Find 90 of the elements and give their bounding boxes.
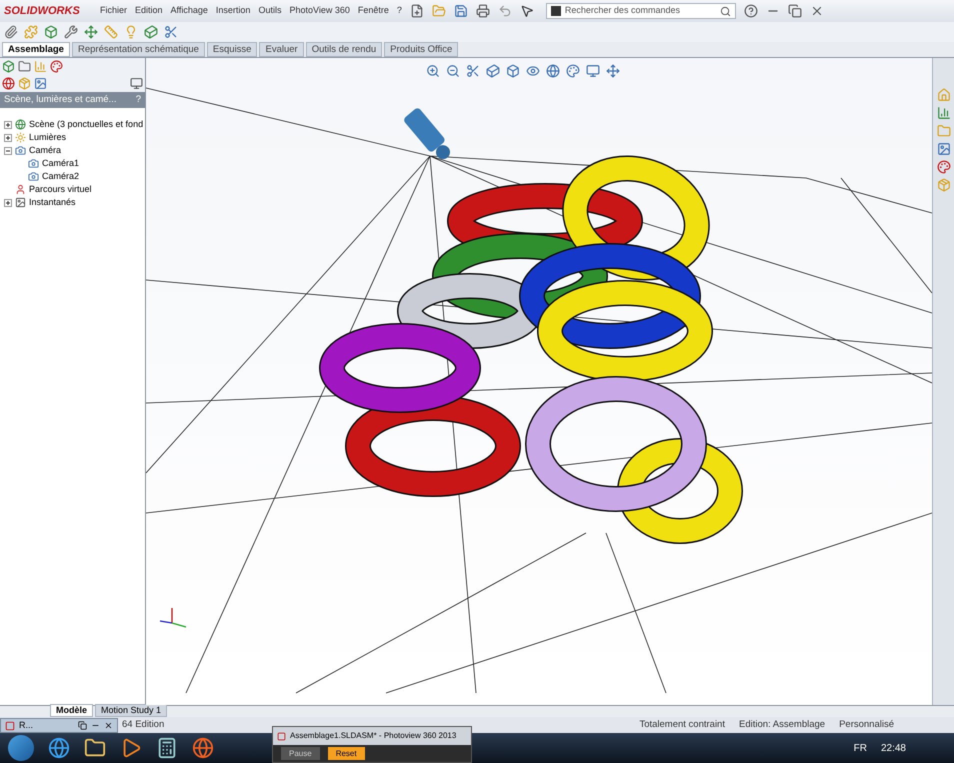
expand-toggle[interactable] [4, 134, 12, 142]
restore-icon[interactable] [788, 4, 802, 18]
search-icon[interactable] [720, 6, 731, 16]
help-link[interactable]: ? [136, 92, 141, 108]
terminal-icon [550, 6, 561, 16]
tree-item[interactable]: Scène (3 ponctuelles et fond [29, 118, 144, 132]
status-text: Totalement contraint [639, 718, 725, 732]
camera-icon [15, 145, 26, 156]
render-button[interactable]: Reset [328, 747, 365, 760]
close-icon[interactable] [104, 721, 113, 730]
ribbon-tab[interactable]: Représentation schématique [72, 42, 205, 57]
model-tab[interactable]: Motion Study 1 [95, 704, 168, 717]
restore-icon[interactable] [78, 721, 87, 730]
menu-item[interactable]: Edition [135, 4, 163, 18]
ribbon-tab[interactable]: Assemblage [2, 42, 70, 57]
expand-toggle[interactable] [4, 198, 12, 206]
panel-title: Scène, lumières et camé... [4, 92, 118, 107]
zoom-in-icon[interactable] [426, 64, 440, 78]
printer-icon[interactable] [476, 4, 490, 18]
mini-window[interactable]: R... [0, 718, 118, 733]
move-icon[interactable] [606, 64, 620, 78]
cube-icon[interactable] [486, 64, 500, 78]
image-icon[interactable] [936, 142, 950, 156]
cube-icon[interactable] [144, 25, 158, 39]
clock[interactable]: 22:48 [880, 740, 906, 756]
menu-item[interactable]: Fenêtre [358, 4, 389, 18]
browser-icon[interactable] [48, 737, 70, 759]
tree-item[interactable]: Instantanés [29, 196, 76, 210]
scissors-icon[interactable] [164, 25, 178, 39]
undo-icon[interactable] [498, 4, 512, 18]
menu-item[interactable]: Affichage [170, 4, 208, 18]
ribbon-tab[interactable]: Evaluer [259, 42, 304, 57]
ribbon-tab[interactable]: Esquisse [206, 42, 258, 57]
render-button[interactable]: Pause [281, 747, 320, 760]
calculator-icon[interactable] [156, 737, 178, 759]
camera-icon [28, 158, 39, 169]
box-icon[interactable] [2, 60, 15, 73]
pointer-icon[interactable] [520, 4, 534, 18]
app-icon [277, 732, 286, 740]
folder-icon[interactable] [18, 60, 31, 73]
palette-icon[interactable] [936, 160, 950, 174]
window-title: R... [19, 718, 34, 732]
globe-icon[interactable] [2, 77, 15, 90]
palette-icon[interactable] [50, 60, 63, 73]
status-text: 64 Edition [122, 718, 164, 732]
expand-toggle[interactable] [4, 120, 12, 128]
box-icon[interactable] [506, 64, 520, 78]
menu-item[interactable]: Fichier [100, 4, 128, 18]
tree-item[interactable]: Parcours virtuel [29, 182, 92, 196]
browser-icon[interactable] [192, 737, 214, 759]
monitor-icon[interactable] [130, 77, 143, 90]
tree-item[interactable]: Caméra [29, 144, 62, 158]
folder-icon[interactable] [84, 737, 106, 759]
menu-item[interactable]: Insertion [216, 4, 250, 18]
save-icon[interactable] [454, 4, 468, 18]
ribbon-tab[interactable]: Produits Office [384, 42, 458, 57]
palette-icon[interactable] [566, 64, 580, 78]
wrench-icon[interactable] [64, 25, 78, 39]
zoom-out-icon[interactable] [446, 64, 460, 78]
menu-item[interactable]: PhotoView 360 [289, 4, 350, 18]
help-icon[interactable] [744, 4, 758, 18]
start-button[interactable] [8, 735, 34, 761]
model-tab[interactable]: Modèle [50, 704, 94, 717]
move-icon[interactable] [84, 25, 98, 39]
collapse-toggle[interactable] [4, 146, 12, 154]
tree-item[interactable]: Lumières [29, 130, 66, 144]
search-field[interactable]: Rechercher des commandes [546, 3, 736, 19]
tree-item[interactable]: Caméra2 [42, 170, 80, 184]
app-logo: SOLIDWORKS [4, 4, 81, 19]
language-indicator[interactable]: FR [854, 740, 867, 756]
image-icon[interactable] [34, 77, 47, 90]
status-text: Personnalisé [839, 718, 894, 732]
new-document-icon[interactable] [410, 4, 424, 18]
eye-icon[interactable] [526, 64, 540, 78]
window-title: Assemblage1.SLDASM* - Photoview 360 2013 [290, 730, 456, 742]
status-text: Edition: Assemblage [738, 718, 826, 732]
app-icon [5, 720, 15, 730]
camera-icon [28, 171, 39, 182]
paperclip-icon[interactable] [4, 25, 18, 39]
menu-item[interactable]: Outils [258, 4, 282, 18]
chart-icon[interactable] [936, 106, 950, 120]
ribbon-tab[interactable]: Outils de rendu [306, 42, 382, 57]
scissors-icon[interactable] [466, 64, 480, 78]
globe-icon[interactable] [546, 64, 560, 78]
box-icon[interactable] [44, 25, 58, 39]
menu-item[interactable]: ? [396, 4, 402, 18]
monitor-icon[interactable] [586, 64, 600, 78]
snapshot-icon [15, 197, 26, 208]
tree-item[interactable]: Caméra1 [42, 156, 80, 170]
lights-icon [15, 132, 26, 143]
